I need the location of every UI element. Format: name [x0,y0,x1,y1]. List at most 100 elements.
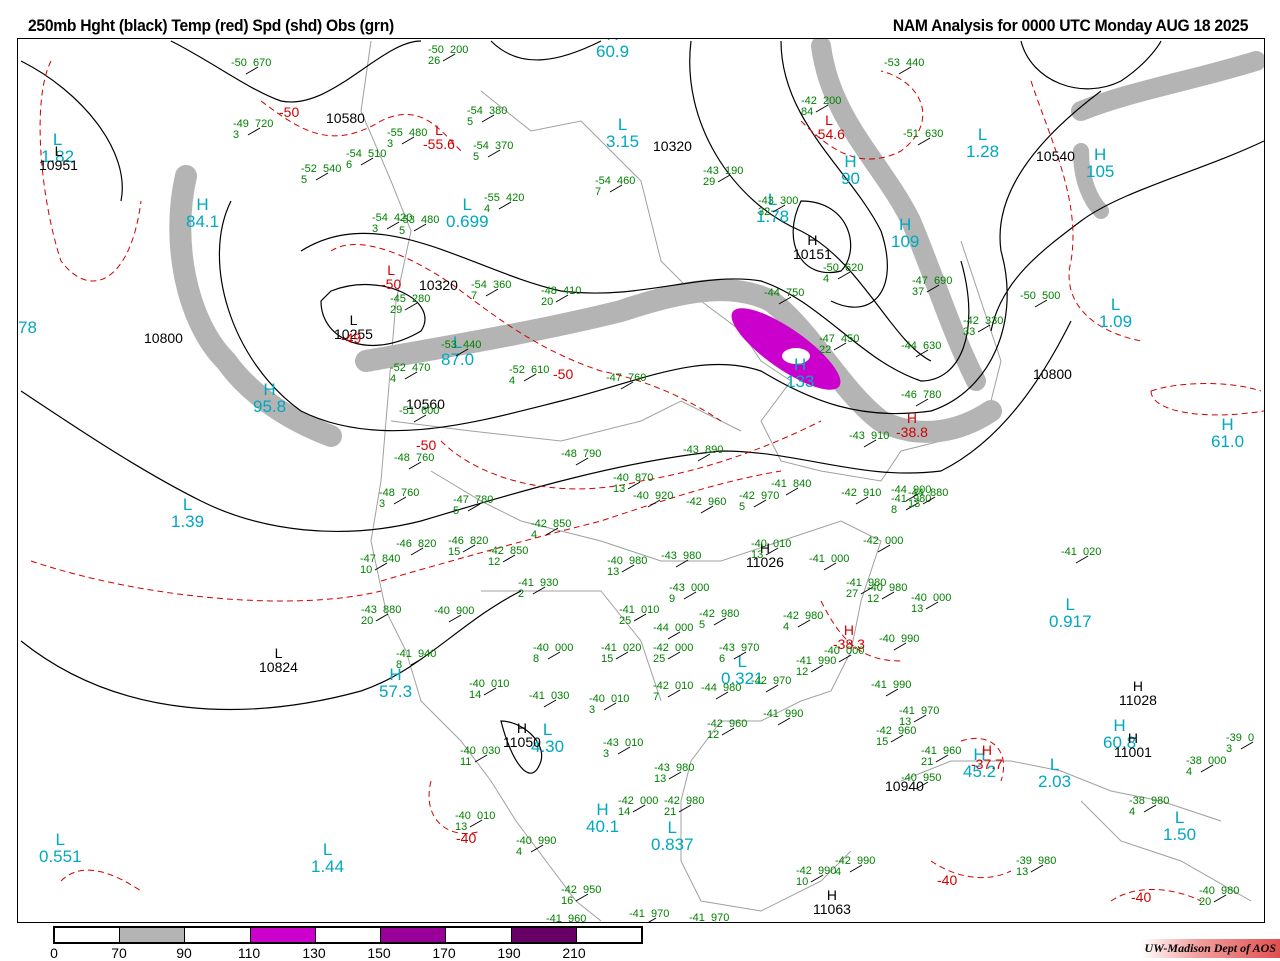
height-label: L10951 [39,144,78,172]
speed-center-label: L0.551 [39,831,82,865]
station-observation: -47 69037 [912,276,952,298]
station-observation: -53 440 [441,340,481,351]
station-observation: -40 000 [824,646,864,657]
legend-tick-label: 170 [432,945,455,961]
speed-center-label: L1.28 [966,126,999,160]
speed-center-label: L0.837 [651,819,694,853]
station-observation: -40 920 [633,491,673,502]
station-observation: -41 840 [771,479,811,490]
station-observation: -41 9408 [396,649,436,671]
speed-center-label: L1.44 [311,841,344,875]
station-observation: -42 970 [751,676,791,687]
station-observation: -41 960 [546,914,586,923]
station-observation: -41 02015 [601,643,641,665]
station-observation: -40 98012 [867,583,907,605]
station-observation: -47 760 [606,373,646,384]
station-observation: -40 0103 [589,694,629,716]
station-observation: -50 500 [1020,291,1060,302]
station-observation: -52 6104 [509,365,549,387]
analysis-time: NAM Analysis for 0000 UTC Monday AUG 18 … [893,16,1248,36]
legend-swatch-150-170 [381,928,446,942]
station-observation: -42 33033 [963,316,1003,338]
station-observation: -42 9904 [835,856,875,878]
station-observation: -42 000 [863,536,903,547]
height-label: 10320 [419,278,458,292]
height-label: 10540 [1036,149,1075,163]
station-observation: -50 670 [231,58,271,69]
legend-swatch-110-130 [251,928,316,942]
legend-tick-label: 210 [562,945,585,961]
station-observation: -54 5106 [346,149,386,171]
station-observation: -48 790 [561,449,601,460]
temp-label: -40 [937,873,957,887]
station-observation: -45 28029 [390,294,430,316]
legend-tick-label: 130 [302,945,325,961]
station-observation: -43 980 [661,551,701,562]
station-observation: -43 0009 [669,583,709,605]
height-label: H11001 [1114,731,1152,759]
station-observation: -42 99010 [796,866,836,888]
station-observation: -42 910 [841,488,881,499]
station-observation: -50 6204 [823,263,863,285]
station-observation: -41 970 [689,913,729,923]
legend-tick-label: 90 [176,945,192,961]
station-observation: -44 000 [653,623,693,634]
temp-label: -40 [456,831,476,845]
speed-center-label: H95.8 [253,381,286,415]
station-observation: -43 910 [849,431,889,442]
station-observation: -42 00014 [618,796,658,818]
station-observation: -42 9705 [739,491,779,513]
speed-center-label: H40.1 [586,801,619,835]
station-observation: -41 990 [871,680,911,691]
station-observation: -55 4803 [387,128,427,150]
station-observation: -41 970 [629,909,669,920]
station-observation: -54 3607 [471,280,511,302]
speed-center-label: L3.15 [606,116,639,150]
station-observation: -43 88020 [361,605,401,627]
station-observation: -44 630 [901,341,941,352]
station-observation: -38 0004 [1186,756,1226,778]
station-observation: -47 7805 [453,495,493,517]
station-observation: -41 990 [763,709,803,720]
legend-tick-label: 190 [497,945,520,961]
height-label: 10580 [326,111,365,125]
speed-center-label: L0.917 [1049,596,1092,630]
station-observation: -44 980 [701,683,741,694]
station-observation: -41 030 [529,691,569,702]
height-label: L10824 [259,646,298,674]
temp-label: -50 [416,438,436,452]
station-observation: -54 3705 [473,141,513,163]
station-observation: -40 950 [901,773,941,784]
station-observation: -43 890 [683,445,723,456]
station-observation: -40 01013 [751,539,791,561]
station-observation: -43 30032 [758,196,798,218]
credit-logo: UW-Madison Dept of AOS [1141,939,1280,958]
station-observation: -40 00013 [911,593,951,615]
station-observation: -47 84010 [360,554,400,576]
speed-center-label: H133 [786,356,814,390]
station-observation: -40 990 [879,634,919,645]
weather-map: L1.82H84.1L0.699H60.9L3.15L1.78H109L1.28… [17,38,1265,923]
station-observation: -46 82015 [448,536,488,558]
station-observation: -41 9302 [518,578,558,600]
station-observation: -42 20084 [801,96,841,118]
temp-label: -50 [279,105,299,119]
legend-swatch-90-110 [185,928,250,942]
station-observation: -50 20026 [428,45,468,67]
temp-label: -50 [553,367,573,381]
station-observation: -51 600 [399,406,439,417]
station-observation: -42 98021 [664,796,704,818]
station-observation: -42 0107 [653,681,693,703]
station-observation: -46 780 [901,390,941,401]
height-label: 10320 [653,139,692,153]
height-label: H11050 [503,721,541,749]
height-label: H10151 [793,233,832,261]
legend-swatch-0-70 [55,928,120,942]
speed-center-label: H90 [841,153,860,187]
speed-center-label: L1.09 [1099,296,1132,330]
temp-label: -40 [1131,890,1151,904]
legend-swatch-130-150 [316,928,381,942]
station-observation: -41 000 [809,554,849,565]
station-observation: -48 41020 [541,286,581,308]
station-observation: -40 900 [434,606,474,617]
